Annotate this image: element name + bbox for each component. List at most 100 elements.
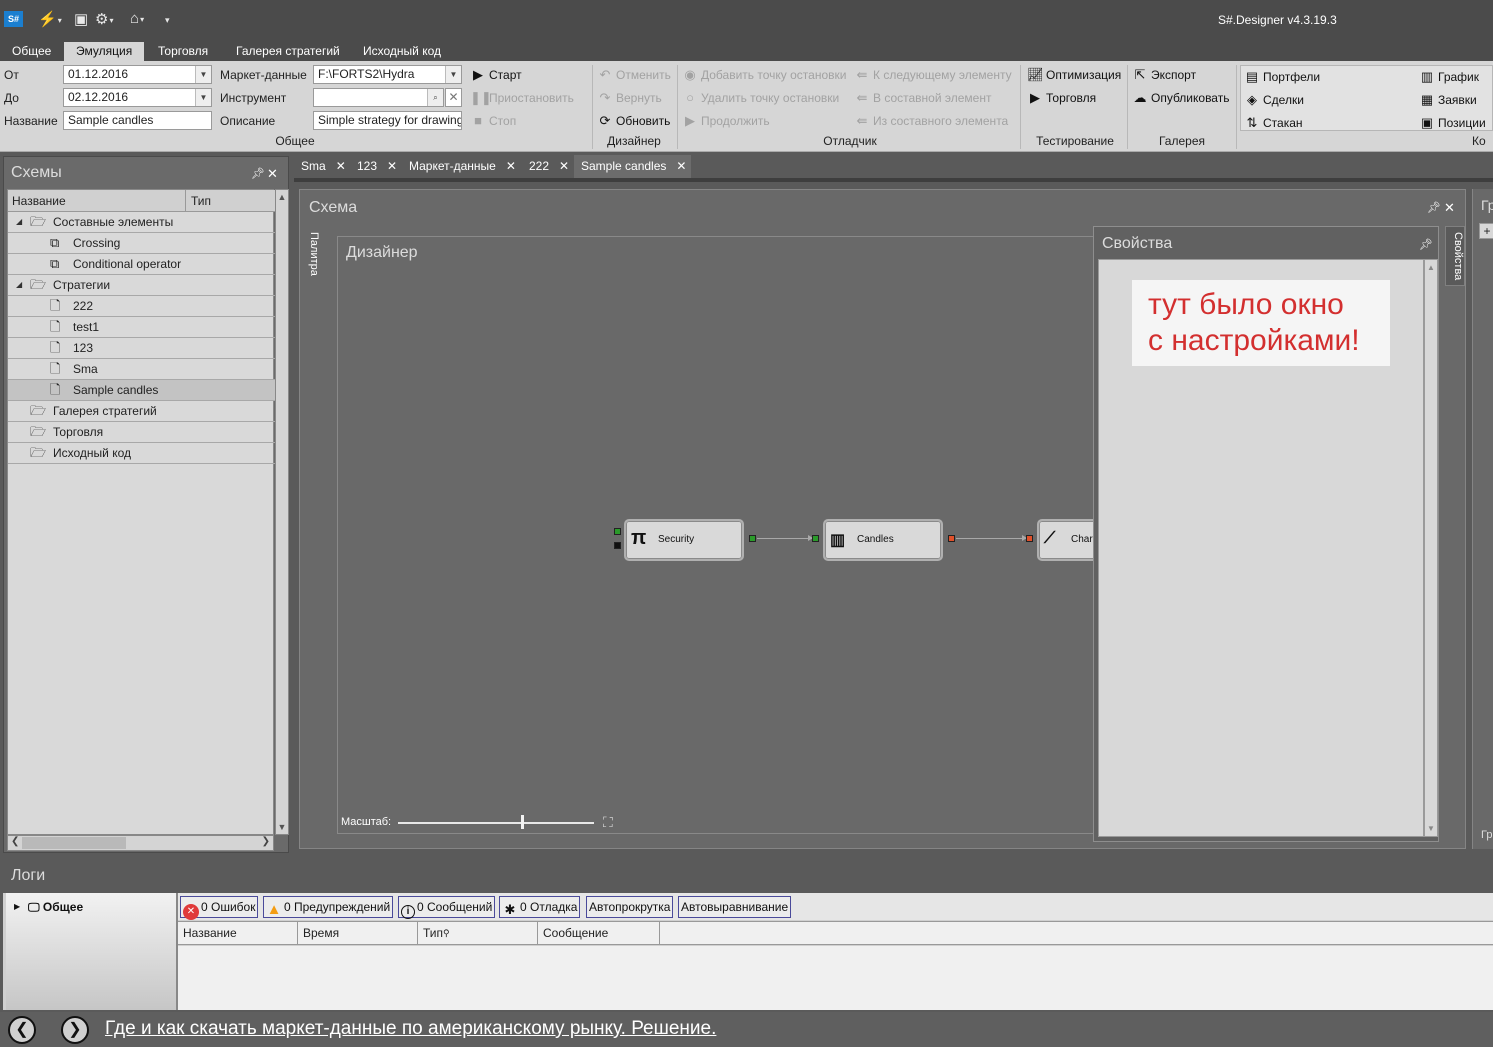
market-data-select[interactable]: F:\FORTS2\Hydra ▼ (313, 65, 462, 84)
column-name-header[interactable]: Название (12, 194, 66, 208)
column-header-type[interactable]: Тип⚲ (418, 922, 538, 945)
scroll-down-icon[interactable]: ▼ (1425, 824, 1437, 833)
tree-item-row[interactable]: ⧉ Conditional operator (8, 254, 275, 275)
close-icon[interactable]: ✕ (506, 159, 516, 173)
next-icon[interactable]: ❯ (61, 1016, 89, 1044)
redo-button[interactable]: ↷ Вернуть (597, 90, 662, 106)
connection-line[interactable] (757, 535, 813, 541)
connect-icon[interactable]: ⚡▾ (38, 10, 62, 28)
column-header[interactable]: Сообщение (538, 922, 660, 945)
ribbon-tab-trading[interactable]: Торговля (146, 42, 220, 61)
output-port[interactable] (749, 535, 756, 542)
remove-breakpoint-button[interactable]: ○ Удалить точку остановки (682, 90, 839, 105)
input-port[interactable] (1026, 535, 1033, 542)
tree-item-row[interactable]: 🗋︎ 222 (8, 296, 275, 317)
column-header[interactable]: Название (178, 922, 298, 945)
expand-arrow-icon[interactable]: ◢ (16, 212, 22, 232)
clear-instrument-icon[interactable]: ✕ (445, 88, 462, 107)
input-port[interactable] (614, 528, 621, 535)
chevron-down-icon[interactable]: ▼ (195, 66, 211, 83)
name-field[interactable]: Sample candles (63, 111, 212, 130)
positions-button[interactable]: ▣ Позиции (1419, 115, 1486, 131)
properties-scrollbar[interactable]: ▲ ▼ (1424, 259, 1438, 837)
tree-folder-row[interactable]: 🗁︎ Торговля (8, 422, 275, 443)
input-port[interactable] (614, 542, 621, 549)
node-candles[interactable]: ▥ Candles (823, 519, 943, 561)
input-port[interactable] (812, 535, 819, 542)
publish-button[interactable]: ☁ Опубликовать (1132, 90, 1230, 106)
customize-quick-access-icon[interactable]: ▾ (165, 15, 170, 26)
stop-button[interactable]: ■ Стоп (470, 113, 516, 128)
optimization-button[interactable]: 📈︎ Оптимизация (1027, 67, 1121, 83)
output-port[interactable] (948, 535, 955, 542)
filter-icon[interactable]: ⚲ (443, 928, 450, 938)
start-button[interactable]: ▶ Старт (470, 67, 522, 83)
doc-tab-active[interactable]: Sample candles ✕ (574, 155, 691, 178)
ribbon-tab-gallery[interactable]: Галерея стратегий (224, 42, 352, 61)
node-security[interactable]: π Security (624, 519, 744, 561)
order-book-button[interactable]: ⇅ Стакан (1244, 115, 1303, 131)
doc-tab[interactable]: 222 ✕ (522, 155, 569, 178)
description-field[interactable]: Simple strategy for drawing (313, 111, 462, 130)
scroll-down-icon[interactable]: ▼ (276, 822, 288, 832)
export-button[interactable]: ⇱ Экспорт (1132, 67, 1197, 83)
ribbon-tab-source[interactable]: Исходный код (351, 42, 453, 61)
add-icon[interactable]: + (1479, 223, 1493, 239)
debug-filter-button[interactable]: ✱ 0 Отладка (499, 896, 581, 918)
scroll-left-icon[interactable]: ❮ (11, 836, 19, 847)
designer-canvas[interactable]: Дизайнер π Security ▥ Candles ⟋ Char Мас… (337, 236, 1117, 834)
add-breakpoint-button[interactable]: ◉ Добавить точку остановки (682, 67, 846, 83)
close-icon[interactable]: ✕ (387, 159, 397, 173)
previous-icon[interactable]: ❮ (8, 1016, 36, 1044)
home-icon[interactable]: ⌂▾ (130, 10, 144, 27)
tree-item-row[interactable]: 🗋︎ Sma (8, 359, 275, 380)
search-icon[interactable]: ⌕ (427, 89, 443, 106)
chevron-down-icon[interactable]: ▼ (445, 66, 461, 83)
ribbon-tab-emulation[interactable]: Эмуляция (64, 42, 145, 61)
ribbon-tab-general[interactable]: Общее (0, 42, 63, 61)
close-icon[interactable]: ✕ (267, 166, 278, 182)
save-icon[interactable]: ▣ (74, 10, 88, 28)
right-panel-tab[interactable]: Гр (1481, 829, 1492, 841)
close-icon[interactable]: ✕ (1444, 200, 1455, 216)
zoom-slider-thumb[interactable] (521, 815, 524, 829)
tree-folder-row[interactable]: ◢ 🗁︎ Составные элементы (8, 212, 275, 233)
gear-icon[interactable]: ⚙▾ (95, 10, 113, 28)
step-into-button[interactable]: ⇚ В составной элемент (854, 90, 992, 106)
continue-button[interactable]: ▶ Продолжить (682, 113, 770, 129)
trades-button[interactable]: ◈ Сделки (1244, 92, 1304, 108)
connection-line[interactable] (956, 535, 1027, 541)
tree-item-row[interactable]: 🗋︎ Sample candles (8, 380, 275, 401)
portfolios-button[interactable]: ▤ Портфели (1244, 69, 1320, 85)
refresh-button[interactable]: ⟳ Обновить (597, 113, 671, 129)
tree-folder-row[interactable]: ◢ 🗁︎ Стратегии (8, 275, 275, 296)
log-source-item[interactable]: 🖵︎ Общее (28, 900, 83, 915)
doc-tab[interactable]: Sma ✕ (294, 155, 346, 178)
close-icon[interactable]: ✕ (676, 159, 686, 173)
tree-item-row[interactable]: ⧉ Crossing (8, 233, 275, 254)
tree-vertical-scrollbar[interactable]: ▲ ▼ (275, 189, 289, 835)
autoalign-toggle[interactable]: Автовыравнивание (678, 896, 792, 918)
scroll-right-icon[interactable]: ❯ (262, 836, 270, 847)
next-element-button[interactable]: ⇚ К следующему элементу (854, 67, 1012, 83)
testing-trading-button[interactable]: ▶ Торговля (1027, 90, 1096, 106)
column-type-header[interactable]: Тип (191, 194, 211, 208)
chart-button[interactable]: ▥ График (1419, 69, 1479, 85)
to-date-picker[interactable]: 02.12.2016 ▼ (63, 88, 212, 107)
zoom-slider[interactable] (398, 822, 594, 824)
news-link[interactable]: Где и как скачать маркет-данные по амери… (105, 1018, 716, 1040)
fit-to-screen-icon[interactable]: ⛶ (603, 814, 613, 831)
warnings-filter-button[interactable]: ▲ 0 Предупреждений (263, 896, 394, 918)
palette-tab[interactable]: Палитра (303, 226, 320, 282)
expand-arrow-icon[interactable]: ▶ (14, 902, 20, 911)
autoscroll-toggle[interactable]: Автопрокрутка (586, 896, 674, 918)
undo-button[interactable]: ↶ Отменить (597, 67, 671, 83)
doc-tab[interactable]: Маркет-данные ✕ (402, 155, 516, 178)
close-icon[interactable]: ✕ (336, 159, 346, 173)
orders-button[interactable]: ▦ Заявки (1419, 92, 1477, 108)
properties-side-tab[interactable]: Свойства (1445, 226, 1465, 286)
column-divider[interactable] (185, 190, 186, 212)
pause-button[interactable]: ❚❚Приостановить (470, 90, 574, 106)
instrument-field[interactable]: ⌕ (313, 88, 444, 107)
errors-filter-button[interactable]: ✕ 0 Ошибок (180, 896, 259, 920)
